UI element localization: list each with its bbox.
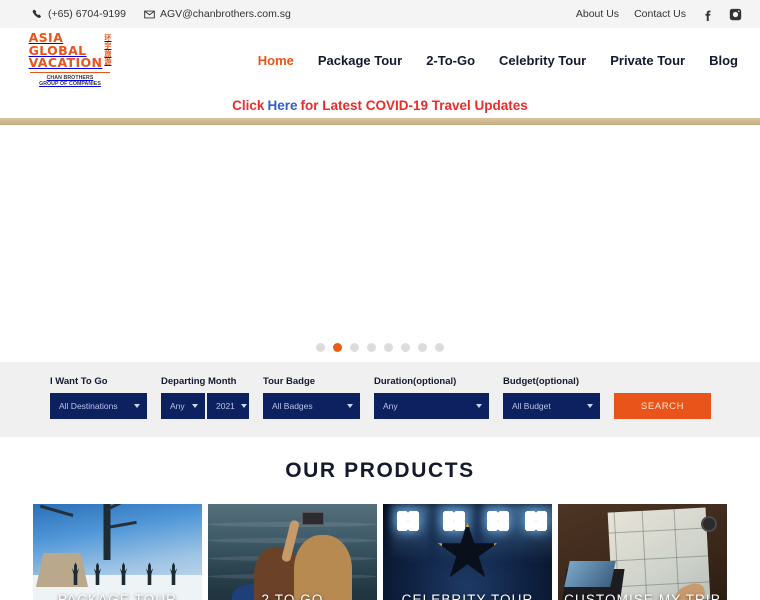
product-card-title: CUSTOMISE MY TRIP — [564, 592, 721, 600]
field-departing-month: Departing Month Any 2021 — [161, 376, 249, 419]
tour-badge-select-value: All Badges — [272, 401, 313, 411]
carousel-dot-1[interactable] — [316, 343, 325, 352]
field-label-departing-month: Departing Month — [161, 376, 237, 387]
logo-wordmark: ASIA GLOBAL VACATION 环 宇 旅 游 — [29, 32, 112, 70]
carousel-dot-8[interactable] — [435, 343, 444, 352]
nav-item-celebrity-tour[interactable]: Celebrity Tour — [499, 53, 586, 68]
nav-item-blog[interactable]: Blog — [709, 53, 738, 68]
logo-line-3: VACATION — [28, 55, 103, 71]
main-navigation: Home Package Tour 2-To-Go Celebrity Tour… — [258, 53, 738, 68]
products-section: OUR PRODUCTS PACKAGE TOUR 2 TO GO CELEBR… — [0, 437, 760, 600]
logo-latin-text: ASIA GLOBAL VACATION — [29, 32, 103, 70]
logo-divider — [30, 71, 110, 73]
budget-select[interactable]: All Budget — [503, 393, 600, 419]
field-label-tour-badge: Tour Badge — [263, 376, 316, 387]
year-select-value: 2021 — [216, 401, 235, 411]
phone-link[interactable]: (+65) 6704-9199 — [32, 8, 126, 20]
covid-banner: Click Here for Latest COVID-19 Travel Up… — [0, 92, 760, 118]
tour-search-bar: I Want To Go All Destinations Departing … — [0, 362, 760, 437]
hero-top-band — [0, 118, 760, 125]
duration-select[interactable]: Any — [374, 393, 489, 419]
year-select[interactable]: 2021 — [207, 393, 249, 419]
carousel-dots — [0, 343, 760, 352]
package-tour-image — [33, 504, 202, 600]
field-label-duration: Duration(optional) — [374, 376, 457, 387]
chevron-down-icon — [587, 404, 593, 408]
covid-banner-suffix: for Latest COVID-19 Travel Updates — [300, 97, 528, 113]
logo-cn-1: 环 — [104, 35, 112, 43]
field-budget: Budget(optional) All Budget — [503, 376, 600, 419]
nav-item-home[interactable]: Home — [258, 53, 294, 68]
month-select[interactable]: Any — [161, 393, 205, 419]
covid-banner-link[interactable]: Here — [264, 98, 300, 113]
carousel-dot-4[interactable] — [367, 343, 376, 352]
nav-item-2-to-go[interactable]: 2-To-Go — [426, 53, 475, 68]
product-card-title: CELEBRITY TOUR — [401, 592, 534, 600]
product-card-list: PACKAGE TOUR 2 TO GO CELEBRITY TOUR CUST… — [0, 483, 760, 600]
email-link[interactable]: AGV@chanbrothers.com.sg — [144, 8, 291, 20]
duration-select-value: Any — [383, 401, 398, 411]
products-heading: OUR PRODUCTS — [285, 459, 475, 482]
logo-chinese-text: 环 宇 旅 游 — [104, 35, 111, 66]
logo-cn-2: 宇 — [104, 43, 112, 51]
phone-icon — [32, 9, 43, 20]
instagram-icon[interactable] — [729, 8, 742, 21]
departing-month-group: Any 2021 — [161, 393, 249, 419]
field-duration: Duration(optional) Any — [374, 376, 489, 419]
topbar-contact-group: (+65) 6704-9199 AGV@chanbrothers.com.sg — [32, 8, 291, 20]
customise-my-trip-image — [558, 504, 727, 600]
destination-select-value: All Destinations — [59, 401, 118, 411]
carousel-dot-2[interactable] — [333, 343, 342, 352]
carousel-dot-5[interactable] — [384, 343, 393, 352]
facebook-icon[interactable] — [701, 8, 714, 21]
carousel-dot-7[interactable] — [418, 343, 427, 352]
site-header: ASIA GLOBAL VACATION 环 宇 旅 游 CHAN BROTHE… — [0, 28, 760, 92]
product-card-title: PACKAGE TOUR — [58, 592, 177, 600]
logo-subtitle: CHAN BROTHERS GROUP OF COMPANIES — [39, 75, 101, 88]
chevron-down-icon — [347, 404, 353, 408]
nav-item-package-tour[interactable]: Package Tour — [318, 53, 402, 68]
budget-select-value: All Budget — [512, 401, 551, 411]
carousel-dot-3[interactable] — [350, 343, 359, 352]
phone-number: (+65) 6704-9199 — [48, 8, 126, 20]
product-card-package-tour[interactable]: PACKAGE TOUR — [33, 504, 202, 600]
2-to-go-image — [208, 504, 377, 600]
logo-cn-4: 游 — [104, 58, 112, 66]
top-utility-bar: (+65) 6704-9199 AGV@chanbrothers.com.sg … — [0, 0, 760, 28]
chevron-down-icon — [240, 404, 247, 408]
envelope-icon — [144, 9, 155, 20]
field-tour-badge: Tour Badge All Badges — [263, 376, 360, 419]
field-label-destination: I Want To Go — [50, 376, 108, 387]
email-address: AGV@chanbrothers.com.sg — [159, 8, 291, 20]
tour-badge-select[interactable]: All Badges — [263, 393, 360, 419]
chevron-down-icon — [192, 404, 198, 408]
field-destination: I Want To Go All Destinations — [50, 376, 147, 419]
carousel-dot-6[interactable] — [401, 343, 410, 352]
chevron-down-icon — [476, 404, 482, 408]
site-logo[interactable]: ASIA GLOBAL VACATION 环 宇 旅 游 CHAN BROTHE… — [26, 32, 114, 88]
product-card-customise-my-trip[interactable]: CUSTOMISE MY TRIP — [558, 504, 727, 600]
topbar-links-group: About Us Contact Us — [576, 8, 742, 21]
month-select-value: Any — [170, 401, 185, 411]
hero-carousel[interactable] — [0, 125, 760, 362]
product-card-2-to-go[interactable]: 2 TO GO — [208, 504, 377, 600]
product-card-celebrity-tour[interactable]: CELEBRITY TOUR — [383, 504, 552, 600]
covid-banner-prefix: Click — [232, 97, 265, 113]
field-label-budget: Budget(optional) — [503, 376, 579, 387]
celebrity-tour-image — [383, 504, 552, 600]
logo-cn-3: 旅 — [104, 51, 112, 58]
topbar-link-about-us[interactable]: About Us — [576, 8, 619, 20]
nav-item-private-tour[interactable]: Private Tour — [610, 53, 685, 68]
topbar-link-contact-us[interactable]: Contact Us — [634, 8, 686, 20]
chevron-down-icon — [134, 404, 140, 408]
logo-subtitle-line-2: GROUP OF COMPANIES — [39, 81, 101, 88]
product-card-title: 2 TO GO — [261, 592, 324, 600]
destination-select[interactable]: All Destinations — [50, 393, 147, 419]
search-button[interactable]: SEARCH — [614, 393, 711, 419]
